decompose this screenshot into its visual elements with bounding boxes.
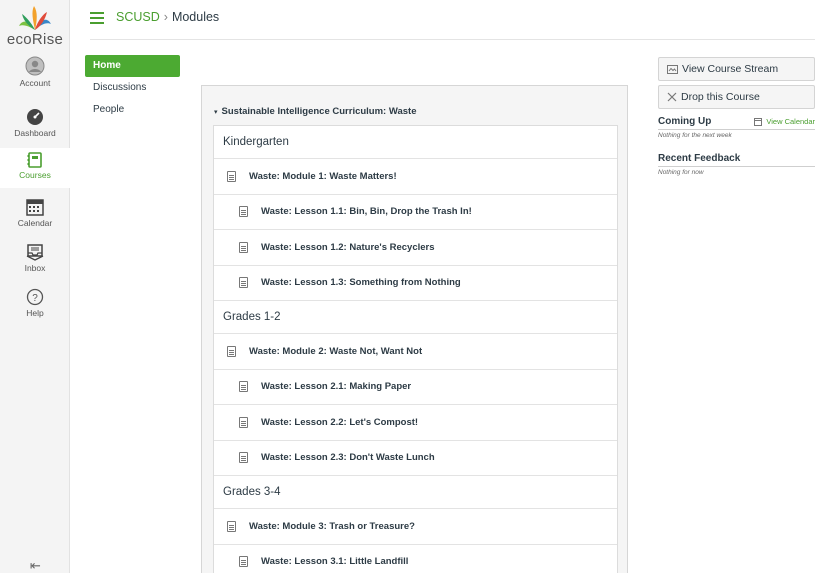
coming-up-note: Nothing for the next week — [658, 132, 732, 139]
close-icon — [667, 92, 677, 102]
module-section-header: Grades 1-2 — [214, 301, 617, 334]
module-item-title[interactable]: Waste: Lesson 1.2: Nature's Recyclers — [261, 242, 435, 253]
courses-icon — [27, 152, 42, 168]
svg-text:?: ? — [32, 293, 38, 304]
view-course-stream-button[interactable]: View Course Stream — [658, 57, 815, 81]
leaf-logo-icon — [19, 6, 51, 30]
lesson-item[interactable]: Waste: Lesson 1.2: Nature's Recyclers — [214, 230, 617, 266]
module-section-header-label: Grades 1-2 — [223, 311, 281, 323]
module-header[interactable]: ▾ Sustainable Intelligence Curriculum: Wa… — [214, 106, 416, 117]
view-course-stream-label: View Course Stream — [682, 63, 779, 75]
module-item[interactable]: Waste: Module 2: Waste Not, Want Not — [214, 334, 617, 370]
dashboard-icon — [27, 109, 43, 125]
collapse-nav-icon[interactable]: ⇤ — [30, 558, 41, 573]
coming-up-title: Coming Up — [658, 116, 712, 127]
stream-icon — [667, 64, 678, 74]
ecorise-logo[interactable]: ecoRise — [3, 4, 67, 48]
module-item-title[interactable]: Waste: Lesson 2.1: Making Paper — [261, 381, 411, 392]
course-nav-discussions[interactable]: Discussions — [85, 77, 180, 99]
drop-course-label: Drop this Course — [681, 91, 760, 103]
module-section-header: Kindergarten — [214, 126, 617, 159]
lesson-item[interactable]: Waste: Lesson 2.3: Don't Waste Lunch — [214, 441, 617, 476]
lesson-item[interactable]: Waste: Lesson 3.1: Little Landfill — [214, 545, 617, 573]
hamburger-menu-icon[interactable] — [90, 12, 104, 24]
module-item[interactable]: Waste: Module 1: Waste Matters! — [214, 159, 617, 195]
module-section-header-label: Kindergarten — [223, 136, 289, 148]
module-item-title[interactable]: Waste: Lesson 1.3: Something from Nothin… — [261, 277, 461, 288]
module-item-title[interactable]: Waste: Lesson 3.1: Little Landfill — [261, 556, 408, 567]
module-item-title[interactable]: Waste: Module 2: Waste Not, Want Not — [249, 346, 422, 357]
module-section-header-label: Grades 3-4 — [223, 486, 281, 498]
page-document-icon — [239, 381, 248, 393]
global-nav: ecoRise Account Dashboard Courses Calend… — [0, 0, 70, 573]
nav-dashboard-label: Dashboard — [14, 128, 56, 138]
nav-courses-label: Courses — [19, 170, 51, 180]
page-document-icon — [239, 556, 248, 568]
nav-courses[interactable]: Courses — [0, 148, 70, 188]
recent-feedback-note: Nothing for now — [658, 169, 704, 176]
module-item-title[interactable]: Waste: Lesson 2.3: Don't Waste Lunch — [261, 452, 435, 463]
recent-feedback-title: Recent Feedback — [658, 153, 741, 164]
nav-calendar-label: Calendar — [17, 218, 53, 228]
help-icon: ? — [26, 288, 44, 306]
calendar-icon — [26, 199, 44, 216]
view-calendar-link[interactable]: View Calendar — [754, 117, 815, 126]
page-document-icon — [239, 452, 248, 464]
nav-account[interactable]: Account — [0, 56, 70, 96]
drop-course-button[interactable]: Drop this Course — [658, 85, 815, 109]
coming-up-section: Coming Up View Calendar Nothing for the … — [658, 116, 815, 139]
module-section-header: Grades 3-4 — [214, 476, 617, 509]
logo-text: ecoRise — [6, 31, 64, 48]
page-header: SCUSD › Modules — [90, 0, 815, 40]
nav-dashboard[interactable]: Dashboard — [0, 108, 70, 144]
course-nav-people[interactable]: People — [85, 99, 180, 121]
collapse-caret-icon[interactable]: ▾ — [214, 109, 218, 116]
module-item-title[interactable]: Waste: Module 1: Waste Matters! — [249, 171, 397, 182]
lesson-item[interactable]: Waste: Lesson 1.3: Something from Nothin… — [214, 266, 617, 301]
nav-help-label: Help — [26, 308, 44, 318]
page-document-icon — [239, 206, 248, 218]
inbox-icon — [26, 244, 44, 261]
nav-account-label: Account — [19, 78, 51, 88]
nav-help[interactable]: ? Help — [0, 288, 70, 324]
course-nav: Home Discussions People — [85, 55, 180, 121]
course-nav-home[interactable]: Home — [85, 55, 180, 77]
lesson-item[interactable]: Waste: Lesson 2.1: Making Paper — [214, 370, 617, 405]
module-container: ▾ Sustainable Intelligence Curriculum: Wa… — [201, 85, 628, 573]
page-document-icon — [227, 345, 236, 357]
breadcrumb: SCUSD › Modules — [116, 10, 219, 24]
page-document-icon — [227, 170, 236, 182]
view-calendar-label: View Calendar — [766, 117, 815, 126]
breadcrumb-separator: › — [163, 10, 168, 24]
module-item-title[interactable]: Waste: Lesson 1.1: Bin, Bin, Drop the Tr… — [261, 206, 472, 217]
breadcrumb-course-link[interactable]: SCUSD — [116, 10, 160, 24]
module-items-list: Kindergarten Waste: Module 1: Waste Matte… — [213, 125, 618, 573]
page-document-icon — [239, 241, 248, 253]
right-sidebar: View Course Stream Drop this Course Comi… — [658, 57, 815, 176]
page-document-icon — [227, 520, 236, 532]
nav-inbox[interactable]: Inbox — [0, 243, 70, 279]
page-document-icon — [239, 277, 248, 289]
page-document-icon — [239, 416, 248, 428]
nav-calendar[interactable]: Calendar — [0, 198, 70, 234]
lesson-item[interactable]: Waste: Lesson 1.1: Bin, Bin, Drop the Tr… — [214, 195, 617, 230]
calendar-small-icon — [754, 117, 763, 126]
nav-inbox-label: Inbox — [24, 263, 46, 273]
account-icon — [25, 56, 45, 76]
lesson-item[interactable]: Waste: Lesson 2.2: Let's Compost! — [214, 405, 617, 441]
breadcrumb-current: Modules — [171, 10, 220, 24]
module-title: Sustainable Intelligence Curriculum: Was… — [221, 106, 417, 117]
module-item-title[interactable]: Waste: Module 3: Trash or Treasure? — [249, 521, 415, 532]
module-item[interactable]: Waste: Module 3: Trash or Treasure? — [214, 509, 617, 545]
module-item-title[interactable]: Waste: Lesson 2.2: Let's Compost! — [261, 417, 418, 428]
recent-feedback-section: Recent Feedback Nothing for now — [658, 153, 815, 176]
